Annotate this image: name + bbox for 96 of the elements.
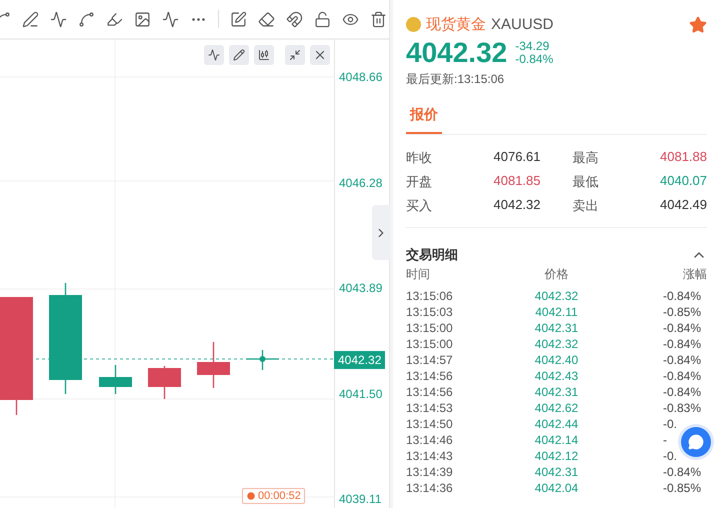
table-cell-text: 4042.40 (534, 352, 580, 368)
table-cell: -0.84% (663, 369, 702, 383)
close-icon (313, 48, 327, 62)
chat-bubble-icon (688, 434, 704, 450)
price-change: -34.29 (515, 40, 550, 53)
table-cell-text: 13:14:36 (406, 480, 454, 496)
stat-label: 买入 (406, 197, 432, 215)
table-cell-text: 13:15:06 (406, 288, 454, 304)
table-cell-text: 4042.32 (534, 288, 580, 304)
table-cell-text: 4042.62 (534, 400, 580, 416)
line-chart-icon[interactable] (162, 10, 179, 28)
table-cell-text: 13:14:50 (406, 416, 454, 432)
table-cell: - (663, 433, 667, 447)
table-cell-text: 13:14:39 (406, 464, 454, 480)
stat-value: 4040.07 (660, 173, 707, 190)
pencil-icon (233, 49, 245, 61)
countdown-timer: 00:00:52 (242, 488, 305, 504)
table-cell-text: 13:14:57 (406, 352, 454, 368)
candlestick (148, 366, 181, 399)
candlestick (246, 350, 279, 370)
percent-change: -0.84% (515, 53, 554, 66)
stat-value: 4042.49 (660, 197, 707, 214)
table-cell-text: 13:14:56 (406, 368, 454, 384)
price-axis-label: 4041.50 (339, 386, 384, 400)
line-chart-icon (208, 49, 220, 61)
price-axis-label: 4048.66 (339, 70, 384, 84)
stat-value: 4081.85 (494, 173, 540, 190)
table-cell: -0.84% (663, 289, 702, 303)
table-cell-text: 4042.31 (534, 320, 580, 336)
magnet-icon[interactable] (286, 10, 303, 28)
table-cell: -0.84% (663, 353, 702, 367)
image-icon[interactable] (134, 10, 151, 28)
column-header: 时间 (406, 266, 431, 282)
table-cell-text: 4042.04 (534, 480, 580, 496)
stat-label: 昨收 (406, 149, 432, 167)
instrument-name: 现货黄金 (426, 15, 486, 34)
coin-icon (406, 17, 421, 32)
table-cell: -0.84% (663, 465, 702, 479)
table-cell-text: 4042.31 (534, 384, 580, 400)
price-axis-label: 4046.28 (339, 176, 384, 190)
table-cell: -0. (663, 417, 678, 431)
table-cell: -0.84% (663, 321, 702, 335)
table-cell-text: 4042.14 (534, 432, 580, 448)
last-price-label: 4042.32 (334, 351, 386, 369)
candlestick (99, 365, 132, 394)
stat-value: 4042.32 (494, 197, 540, 214)
table-cell-text: 4042.44 (534, 416, 580, 432)
table-cell: -0. (663, 449, 678, 463)
table-cell-text: 13:14:56 (406, 384, 454, 400)
unlock-icon[interactable] (314, 10, 331, 28)
instrument-symbol: XAUUSD (491, 16, 555, 33)
table-cell-text: 13:15:00 (406, 336, 454, 352)
favorite-star-icon[interactable] (689, 16, 707, 34)
price-axis-label: 4039.11 (339, 492, 382, 506)
stat-value: 4081.88 (660, 149, 707, 166)
column-header: 涨幅 (682, 266, 707, 282)
table-cell-text: 13:14:46 (406, 432, 454, 448)
stat-label: 卖出 (572, 197, 598, 215)
trash-icon[interactable] (370, 10, 387, 28)
table-cell-text: 4042.12 (534, 448, 580, 464)
column-header: 价格 (543, 266, 570, 282)
edit-icon[interactable] (230, 10, 247, 28)
stat-label: 最高 (572, 149, 598, 167)
table-cell: -0.84% (663, 385, 702, 399)
minimize-icon (289, 49, 301, 61)
indicator-button[interactable] (204, 45, 224, 65)
chat-button[interactable] (681, 427, 711, 457)
candlestick-icon (258, 49, 270, 61)
table-cell-text: 13:14:43 (406, 448, 454, 464)
tab[interactable]: 报价 (406, 102, 442, 134)
table-cell-text: 13:15:00 (406, 320, 454, 336)
table-cell: -0.85% (663, 305, 702, 319)
highlighter-icon[interactable] (106, 10, 123, 28)
table-cell-text: 4042.11 (534, 304, 579, 320)
draw-button[interactable] (229, 45, 249, 65)
table-cell: -0.85% (663, 481, 702, 495)
table-cell-text: 13:14:53 (406, 400, 454, 416)
table-cell: -0.83% (663, 401, 702, 415)
section-title: 交易明细 (406, 246, 458, 264)
table-cell-text: 4042.32 (534, 336, 580, 352)
table-cell-text: 4042.31 (534, 464, 580, 480)
close-button[interactable] (310, 45, 330, 65)
stat-value: 4076.61 (494, 149, 540, 166)
pen-line-icon[interactable] (22, 10, 39, 28)
price-axis-label: 4043.89 (339, 281, 384, 295)
minimize-button[interactable] (285, 45, 305, 65)
current-price: 4042.32 (406, 37, 508, 69)
table-cell-text: 13:15:03 (406, 304, 454, 320)
stat-label: 开盘 (406, 173, 432, 191)
eraser-icon[interactable] (258, 10, 275, 28)
table-cell: -0.84% (663, 337, 702, 351)
stat-label: 最低 (572, 173, 598, 191)
candlestick-button[interactable] (254, 45, 274, 65)
candlestick (197, 342, 230, 388)
last-updated: 最后更新:13:15:06 (406, 71, 506, 88)
table-cell-text: 4042.43 (534, 368, 580, 384)
